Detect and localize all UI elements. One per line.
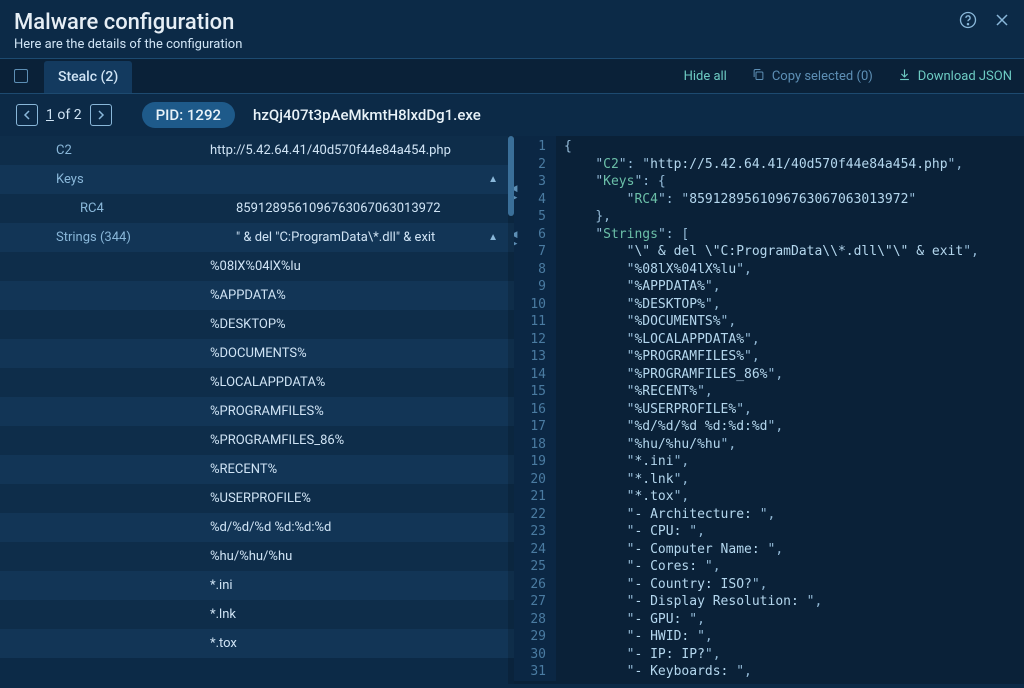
tree-row-strings[interactable]: Strings (344) " & del "C:ProgramData\*.d… [0, 223, 514, 252]
help-icon[interactable] [958, 10, 978, 34]
string-value: %LOCALAPPDATA% [210, 375, 325, 390]
string-value: %PROGRAMFILES% [210, 404, 324, 419]
string-value: %d/%d/%d %d:%d:%d [210, 520, 331, 535]
string-value: %08lX%04lX%lu [210, 259, 301, 274]
close-icon[interactable] [992, 10, 1012, 34]
tree-row-string[interactable]: %DESKTOP% [0, 310, 514, 339]
tree-row-string[interactable]: %USERPROFILE% [0, 484, 514, 513]
config-tree-panel: C2 http://5.42.64.41/40d570f44e84a454.ph… [0, 136, 514, 684]
download-json-label: Download JSON [918, 69, 1012, 84]
label-strings: Strings (344) [56, 230, 131, 245]
copy-selected-button[interactable]: Copy selected (0) [751, 67, 873, 86]
download-icon [897, 67, 912, 86]
pager-prev-button[interactable] [16, 104, 38, 126]
string-value: *.ini [210, 578, 233, 593]
tree-row-string[interactable]: *.lnk [0, 600, 514, 629]
pager-text: 1 of 2 [46, 107, 82, 123]
tree-row-string[interactable]: %LOCALAPPDATA% [0, 368, 514, 397]
label-rc4: RC4 [80, 201, 104, 216]
pagerbar: 1 of 2 PID: 1292 hzQj407t3pAeMkmtH8lxdDg… [0, 94, 1024, 136]
pid-chip[interactable]: PID: 1292 [142, 102, 235, 128]
tree-row-c2[interactable]: C2 http://5.42.64.41/40d570f44e84a454.ph… [0, 136, 514, 165]
main: C2 http://5.42.64.41/40d570f44e84a454.ph… [0, 136, 1024, 684]
pager-total: 2 [74, 107, 82, 123]
page-subtitle: Here are the details of the configuratio… [14, 37, 1010, 52]
string-value: %USERPROFILE% [210, 491, 311, 506]
hide-all-label: Hide all [684, 69, 727, 84]
tree-row-string[interactable]: %DOCUMENTS% [0, 339, 514, 368]
header: Malware configuration Here are the detai… [0, 0, 1024, 58]
string-value: %hu/%hu/%hu [210, 549, 292, 564]
pager-next-button[interactable] [90, 104, 112, 126]
value-rc4: 8591289561096763067063013972 [236, 201, 441, 216]
collapse-icon[interactable]: ▲ [488, 232, 504, 243]
tree-row-rc4[interactable]: RC4 8591289561096763067063013972 [0, 194, 514, 223]
pager-current: 1 [46, 107, 54, 123]
hide-all-button[interactable]: Hide all [684, 69, 727, 84]
tree-row-string[interactable]: *.ini [0, 571, 514, 600]
tab-stealc[interactable]: Stealc (2) [44, 61, 132, 93]
tree-row-string[interactable]: %RECENT% [0, 455, 514, 484]
string-value: %DOCUMENTS% [210, 346, 307, 361]
copy-selected-label: Copy selected (0) [772, 69, 873, 84]
label-keys: Keys [56, 172, 84, 187]
label-c2: C2 [56, 143, 72, 158]
value-c2: http://5.42.64.41/40d570f44e84a454.php [210, 143, 451, 158]
collapse-icon[interactable]: ▲ [488, 174, 504, 185]
json-panel: ◀▶ ◀▶ 1234567891011121314151617181920212… [514, 136, 1024, 684]
tree-row-string[interactable]: %hu/%hu/%hu [0, 542, 514, 571]
tree-row-keys[interactable]: Keys ▲ [0, 165, 514, 194]
tree-row-string[interactable]: %PROGRAMFILES_86% [0, 426, 514, 455]
pid-label: PID: [156, 106, 184, 124]
tabbar: Stealc (2) Hide all Copy selected (0) Do… [0, 58, 1024, 94]
process-exe: hzQj407t3pAeMkmtH8lxdDg1.exe [253, 106, 481, 124]
tree-row-string[interactable]: %08lX%04lX%lu [0, 252, 514, 281]
select-all-checkbox[interactable] [14, 69, 28, 83]
tree-row-string[interactable]: %d/%d/%d %d:%d:%d [0, 513, 514, 542]
tree-row-string[interactable]: *.tox [0, 629, 514, 658]
string-value: *.lnk [210, 607, 236, 622]
code-lines[interactable]: { "C2": "http://5.42.64.41/40d570f44e84a… [556, 136, 979, 681]
string-value: %RECENT% [210, 462, 277, 477]
pager-of: of [57, 107, 70, 123]
line-gutter: 1234567891011121314151617181920212223242… [514, 136, 556, 681]
string-value: %DESKTOP% [210, 317, 286, 332]
string-value: %PROGRAMFILES_86% [210, 433, 344, 448]
download-json-button[interactable]: Download JSON [897, 67, 1012, 86]
pid-value: 1292 [187, 106, 221, 124]
tree-row-string[interactable]: %APPDATA% [0, 281, 514, 310]
page-title: Malware configuration [14, 10, 1010, 35]
copy-icon [751, 67, 766, 86]
tree-row-string[interactable]: %PROGRAMFILES% [0, 397, 514, 426]
pager: 1 of 2 [16, 104, 112, 126]
value-strings-first: " & del "C:ProgramData\*.dll" & exit [236, 230, 435, 245]
string-value: *.tox [210, 636, 237, 651]
string-value: %APPDATA% [210, 288, 286, 303]
